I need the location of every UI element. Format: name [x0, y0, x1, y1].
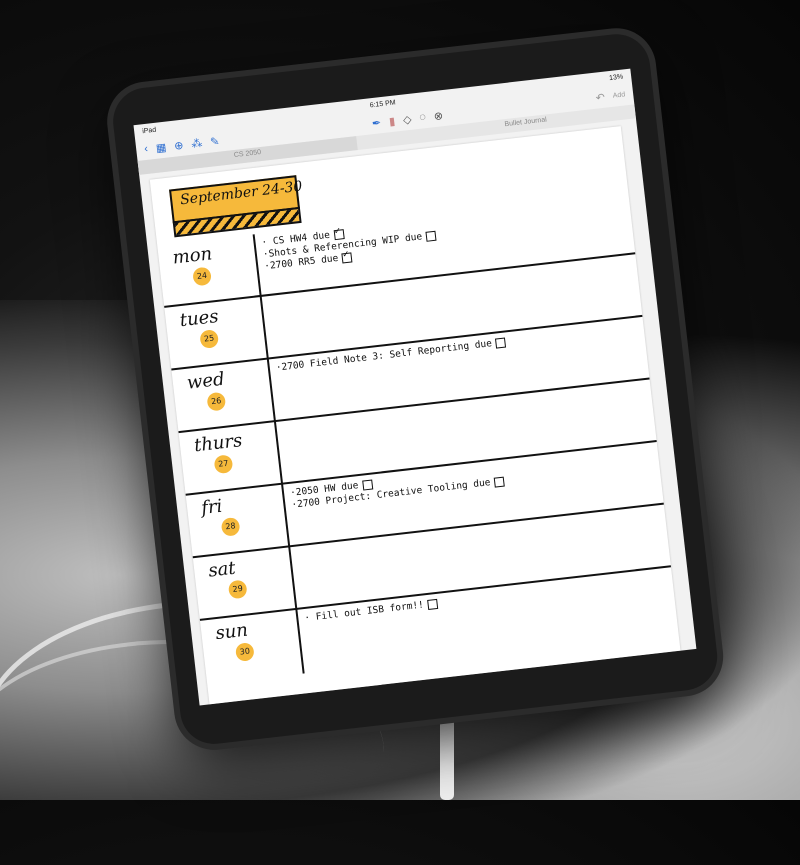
- checkbox-icon[interactable]: [425, 230, 437, 242]
- checked-box-icon[interactable]: [333, 228, 345, 240]
- task-list-sun: · Fill out ISB form!!: [304, 572, 663, 625]
- task-list-sat: [297, 510, 655, 551]
- checkbox-icon[interactable]: [495, 337, 507, 349]
- checked-box-icon[interactable]: [341, 251, 353, 263]
- task-list-wed: ·2700 Field Note 3: Self Reporting due: [275, 322, 634, 375]
- day-name: mon: [171, 243, 214, 269]
- grid-icon[interactable]: ▦: [155, 140, 167, 154]
- day-number-badge: 25: [199, 329, 220, 349]
- chevron-left-icon[interactable]: ‹: [144, 143, 149, 155]
- pen-icon[interactable]: ✒: [371, 116, 382, 130]
- ipad-device: iPad 6:15 PM 13% ‹ ▦ ⊕ ⁂ ✎ ✒ ▮ ◇ ◌ ⊗ ↶ A…: [0, 0, 800, 800]
- close-circle-icon[interactable]: ⊗: [433, 109, 444, 123]
- undo-icon[interactable]: ↶: [595, 90, 606, 104]
- task-text: · Fill out ISB form!!: [303, 599, 425, 625]
- edit-icon[interactable]: ✎: [209, 134, 221, 148]
- task-list-thurs: [282, 385, 640, 426]
- task-item: ·2700 Field Note 3: Self Reporting due: [275, 322, 634, 374]
- add-icon[interactable]: ⊕: [173, 138, 185, 152]
- checkbox-icon[interactable]: [427, 598, 439, 610]
- day-number-badge: 28: [220, 516, 241, 537]
- ipad-screen: iPad 6:15 PM 13% ‹ ▦ ⊕ ⁂ ✎ ✒ ▮ ◇ ◌ ⊗ ↶ A…: [133, 68, 697, 706]
- day-number-badge: 29: [227, 579, 248, 600]
- highlighter-icon[interactable]: ▮: [388, 114, 395, 128]
- day-label-sun: sun 30: [214, 614, 299, 684]
- task-item: · Fill out ISB form!!: [304, 572, 663, 624]
- day-number-badge: 30: [234, 642, 255, 662]
- carrier-label: iPad: [141, 126, 157, 135]
- ipad-frame: iPad 6:15 PM 13% ‹ ▦ ⊕ ⁂ ✎ ✒ ▮ ◇ ◌ ⊗ ↶ A…: [109, 30, 721, 748]
- lasso-icon[interactable]: ◌: [419, 111, 427, 124]
- battery-level: 13%: [608, 73, 624, 82]
- task-list-fri: ·2050 HW due ·2700 Project: Creative Tool…: [290, 447, 650, 512]
- clock: 6:15 PM: [369, 98, 397, 109]
- checkbox-icon[interactable]: [361, 479, 373, 491]
- day-number-badge: 24: [192, 266, 213, 287]
- eraser-icon[interactable]: ◇: [402, 112, 412, 126]
- day-number-badge: 26: [206, 391, 227, 412]
- shapes-icon[interactable]: ⁂: [191, 136, 203, 150]
- checkbox-icon[interactable]: [493, 476, 505, 488]
- add-button[interactable]: Add: [612, 91, 625, 99]
- day-number-badge: 27: [213, 454, 234, 475]
- journal-page[interactable]: September 24-30 mon24· CS HW4 due·Shots …: [149, 126, 681, 705]
- week-header-text: September 24-30: [179, 178, 304, 209]
